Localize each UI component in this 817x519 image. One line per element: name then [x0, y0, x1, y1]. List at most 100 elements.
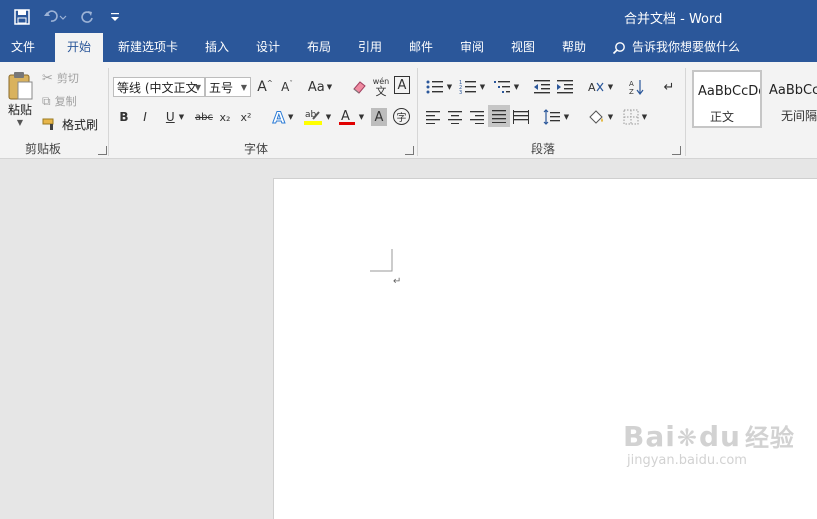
strikethrough-button[interactable]: abc	[194, 107, 214, 127]
chevron-down-icon: ▼	[326, 83, 333, 91]
tab-review[interactable]: 审阅	[451, 33, 493, 62]
align-right-button[interactable]	[468, 107, 486, 127]
decrease-indent-button[interactable]	[532, 76, 552, 98]
numbering-button[interactable]: 123 ▼	[457, 76, 487, 98]
chevron-down-icon: ▼	[479, 83, 486, 91]
chevron-down-icon: ▼	[563, 113, 570, 121]
line-spacing-button[interactable]: ▼	[541, 107, 571, 127]
grow-font-button[interactable]: A^	[256, 76, 274, 98]
change-case-button[interactable]: Aa ▼	[304, 76, 336, 98]
format-painter-button[interactable]: 格式刷	[42, 114, 98, 134]
style-normal[interactable]: AaBbCcDd 正文	[692, 70, 762, 128]
show-marks-button[interactable]: ↵	[661, 76, 677, 98]
shrink-font-button[interactable]: Aˇ	[278, 76, 296, 98]
justify-button[interactable]	[488, 105, 510, 127]
tab-mailings[interactable]: 邮件	[400, 33, 442, 62]
font-size-combo[interactable]: 五号 ▼	[205, 77, 251, 97]
format-painter-label: 格式刷	[62, 117, 99, 132]
distributed-button[interactable]	[512, 107, 530, 127]
change-case-label: Aa	[307, 79, 325, 95]
tell-me-label: 告诉我你想要做什么	[632, 40, 741, 54]
font-launcher-icon[interactable]	[405, 146, 414, 155]
borders-button[interactable]: ▼	[620, 107, 650, 127]
tab-new-tab[interactable]: 新建选项卡	[110, 33, 186, 62]
customize-qat-icon[interactable]	[108, 7, 122, 27]
font-name-combo[interactable]: 等线 (中文正文 ▼	[113, 77, 205, 97]
paragraph-mark-icon: ↵	[663, 79, 675, 95]
highlight-button[interactable]: ab ▼	[301, 106, 333, 128]
chevron-down-icon: ▼	[178, 113, 185, 121]
tab-file[interactable]: 文件	[0, 33, 46, 62]
tab-view[interactable]: 视图	[502, 33, 544, 62]
tab-layout[interactable]: 布局	[298, 33, 340, 62]
text-effects-button[interactable]: A ▼	[269, 106, 297, 128]
undo-icon[interactable]	[42, 7, 68, 27]
cut-button[interactable]: ✂ 剪切	[42, 68, 79, 88]
text-effects-icon: A	[272, 107, 285, 127]
chevron-down-icon: ▼	[194, 83, 201, 92]
watermark-brand-cn: 经验	[744, 424, 795, 452]
cut-label: 剪切	[56, 72, 79, 85]
superscript-label: x²	[240, 110, 252, 124]
chevron-down-icon: ▼	[446, 83, 453, 91]
superscript-button[interactable]: x²	[238, 107, 254, 127]
tab-home[interactable]: 开始	[55, 33, 103, 62]
chevron-down-icon: ▼	[16, 118, 24, 127]
italic-label: I	[143, 110, 147, 124]
phonetic-bottom: 文	[375, 84, 387, 98]
bullets-button[interactable]: ▼	[424, 76, 454, 98]
enclose-characters-button[interactable]: 字	[393, 108, 410, 125]
clear-formatting-button[interactable]	[350, 76, 368, 98]
scissors-icon: ✂	[42, 70, 53, 86]
chevron-down-icon: ▼	[641, 113, 648, 121]
paste-button[interactable]: 粘贴 ▼	[4, 68, 36, 130]
character-border-button[interactable]: A	[394, 76, 410, 94]
character-shading-button[interactable]: A	[371, 108, 387, 126]
italic-button[interactable]: I	[138, 107, 152, 127]
character-border-label: A	[397, 77, 407, 93]
shading-button[interactable]: ▼	[585, 107, 615, 127]
distributed-icon	[513, 110, 529, 124]
window-title: 合并文档 - Word	[624, 12, 723, 27]
sort-button[interactable]: AZ	[628, 76, 646, 98]
multilevel-list-button[interactable]: ▼	[491, 76, 521, 98]
tab-references[interactable]: 引用	[349, 33, 391, 62]
paragraph-launcher-icon[interactable]	[672, 146, 681, 155]
tell-me-box[interactable]: 告诉我你想要做什么	[612, 33, 740, 62]
margin-corner-mark	[370, 249, 393, 272]
redo-icon[interactable]	[77, 7, 97, 27]
subscript-label: x₂	[219, 110, 231, 124]
clipboard-group-label: 剪贴板	[24, 142, 61, 156]
search-icon	[612, 41, 625, 54]
chinese-layout-icon: A	[588, 81, 604, 94]
subscript-button[interactable]: x₂	[217, 107, 233, 127]
clipboard-launcher-icon[interactable]	[98, 146, 107, 155]
justify-icon	[492, 110, 506, 123]
paw-icon: ❋	[676, 424, 698, 452]
tab-design[interactable]: 设计	[247, 33, 289, 62]
character-shading-label: A	[374, 109, 384, 125]
phonetic-guide-button[interactable]: wén 文	[371, 74, 391, 100]
save-icon[interactable]	[12, 7, 32, 27]
bold-button[interactable]: B	[117, 107, 131, 127]
chevron-down-icon: ▼	[240, 83, 247, 92]
font-color-button[interactable]: A ▼	[337, 106, 365, 128]
underline-button[interactable]: U ▼	[160, 107, 190, 127]
increase-indent-button[interactable]	[555, 76, 575, 98]
bullets-icon	[426, 80, 443, 94]
watermark-brand: Bai	[623, 420, 676, 453]
font-group-label: 字体	[243, 142, 268, 156]
chinese-layout-button[interactable]: A ▼	[585, 76, 615, 98]
align-left-button[interactable]	[424, 107, 442, 127]
underline-label: U	[165, 110, 175, 124]
style-name: 无间隔	[781, 109, 817, 123]
paste-label: 粘贴	[7, 103, 32, 117]
svg-text:A: A	[588, 81, 596, 94]
style-no-spacing[interactable]: AaBbCcDd 无间隔	[764, 70, 817, 128]
tab-help[interactable]: 帮助	[553, 33, 595, 62]
chevron-down-icon: ▼	[513, 83, 520, 91]
tab-insert[interactable]: 插入	[196, 33, 238, 62]
baidu-watermark: Bai ❋ du 经验 jingyan.baidu.com	[623, 418, 795, 468]
copy-button[interactable]: ⧉ 复制	[42, 91, 77, 111]
align-center-button[interactable]	[446, 107, 464, 127]
